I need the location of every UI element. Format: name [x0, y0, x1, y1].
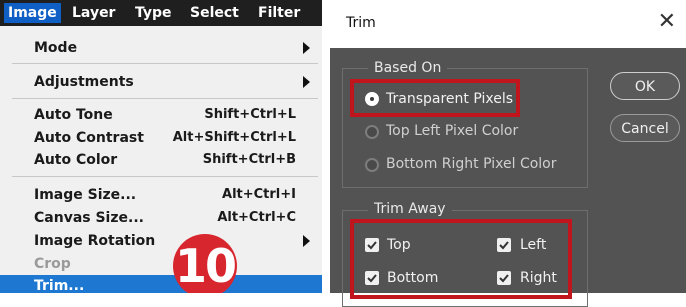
checkbox-left[interactable] — [497, 238, 511, 252]
menu-item-label: Image Size... — [34, 187, 137, 203]
checkbox-bottom-label[interactable]: Bottom — [387, 269, 438, 287]
submenu-arrow-icon — [303, 235, 310, 247]
option-transparent-pixels-label[interactable]: Transparent Pixels — [386, 90, 513, 108]
checkmark-icon — [499, 241, 509, 250]
option-top-left-pixel-color-label[interactable]: Top Left Pixel Color — [386, 122, 518, 140]
menu-item-label: Crop — [34, 256, 71, 272]
menu-item-canvas-size[interactable]: Canvas Size... Alt+Ctrl+C — [0, 207, 322, 229]
radio-top-left-pixel-color[interactable] — [365, 125, 379, 139]
option-bottom-right-pixel-color-label[interactable]: Bottom Right Pixel Color — [386, 155, 557, 173]
menu-item-label: Canvas Size... — [34, 210, 144, 226]
menu-item-label: Trim... — [34, 278, 85, 293]
menu-item-crop: Crop — [0, 253, 322, 275]
trim-away-title: Trim Away — [368, 200, 452, 218]
menu-item-label: Auto Contrast — [34, 130, 144, 146]
checkbox-right-label[interactable]: Right — [520, 269, 557, 287]
menu-item-image-size[interactable]: Image Size... Alt+Ctrl+I — [0, 184, 322, 206]
menu-item-trim[interactable]: Trim... — [0, 275, 322, 293]
menu-item-label: Auto Tone — [34, 107, 113, 123]
menu-item-label: Auto Color — [34, 152, 118, 168]
menu-item-label: Image Rotation — [34, 233, 156, 249]
menu-item-shortcut: Shift+Ctrl+B — [202, 152, 296, 167]
checkbox-top[interactable] — [365, 238, 379, 252]
radio-bottom-right-pixel-color[interactable] — [365, 158, 379, 172]
checkbox-bottom[interactable] — [365, 271, 379, 285]
menu-item-image-rotation[interactable]: Image Rotation — [0, 230, 322, 252]
checkbox-top-label[interactable]: Top — [387, 236, 411, 254]
image-menu-panel: Image Layer Type Select Filter Mode Adju… — [0, 0, 322, 293]
menu-item-mode[interactable]: Mode — [0, 37, 322, 59]
menu-item-label: Mode — [34, 40, 78, 56]
checkbox-right[interactable] — [497, 271, 511, 285]
submenu-arrow-icon — [303, 42, 310, 54]
dialog-titlebar: Trim ✕ — [330, 0, 686, 48]
menubar-filter[interactable]: Filter — [258, 4, 300, 22]
cancel-button[interactable]: Cancel — [610, 114, 680, 142]
menu-item-shortcut: Alt+Shift+Ctrl+L — [172, 130, 296, 145]
step-number-badge: 10 — [173, 234, 237, 293]
menu-item-auto-contrast[interactable]: Auto Contrast Alt+Shift+Ctrl+L — [0, 127, 322, 149]
submenu-arrow-icon — [303, 76, 310, 88]
menu-separator — [12, 176, 318, 177]
checkmark-icon — [499, 274, 509, 283]
checkbox-left-label[interactable]: Left — [520, 236, 546, 254]
checkmark-icon — [367, 274, 377, 283]
menu-item-shortcut: Shift+Ctrl+L — [204, 107, 296, 122]
menu-bar: Image Layer Type Select Filter — [0, 0, 322, 26]
menubar-layer[interactable]: Layer — [72, 4, 115, 22]
menu-item-shortcut: Alt+Ctrl+I — [222, 187, 296, 202]
based-on-title: Based On — [368, 59, 448, 77]
menubar-image[interactable]: Image — [4, 3, 61, 23]
menubar-select[interactable]: Select — [190, 4, 239, 22]
dialog-title: Trim — [346, 15, 376, 31]
menu-item-auto-tone[interactable]: Auto Tone Shift+Ctrl+L — [0, 104, 322, 126]
trim-dialog: Trim ✕ Based On Transparent Pixels Top L… — [330, 0, 686, 307]
menu-item-auto-color[interactable]: Auto Color Shift+Ctrl+B — [0, 149, 322, 171]
menu-item-shortcut: Alt+Ctrl+C — [217, 210, 296, 225]
menu-item-adjustments[interactable]: Adjustments — [0, 71, 322, 93]
menubar-type[interactable]: Type — [135, 4, 172, 22]
checkmark-icon — [367, 241, 377, 250]
radio-transparent-pixels[interactable] — [365, 92, 379, 106]
highlight-box-trim-away — [350, 219, 572, 299]
menu-item-label: Adjustments — [34, 74, 134, 90]
ok-button[interactable]: OK — [610, 72, 680, 100]
menu-separator — [12, 63, 318, 64]
menu-separator — [12, 98, 318, 99]
close-icon[interactable]: ✕ — [658, 11, 676, 33]
